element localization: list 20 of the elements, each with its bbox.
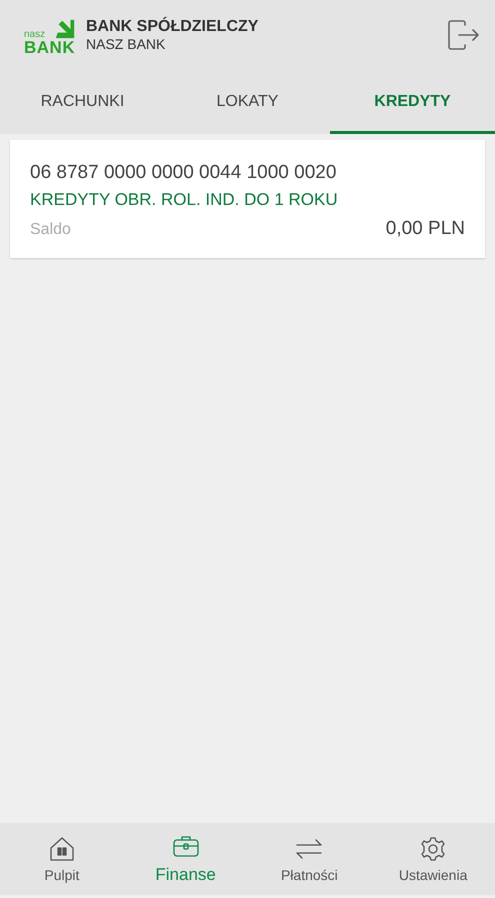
nav-item[interactable]: Pulpit xyxy=(0,823,124,895)
account-card[interactable]: 06 8787 0000 0000 0044 1000 0020 KREDYTY OBR. ROL. IND. DO 1 ROKU Saldo 0,00 PLN xyxy=(10,140,485,258)
nav-item[interactable]: Płatności xyxy=(248,823,372,895)
tab[interactable]: LOKATY xyxy=(165,70,330,134)
logout-icon[interactable] xyxy=(445,17,481,53)
nav-item[interactable]: Ustawienia xyxy=(371,823,495,895)
settings-icon xyxy=(419,835,448,863)
account-name: KREDYTY OBR. ROL. IND. DO 1 ROKU xyxy=(30,190,339,210)
logo-text: nasz xyxy=(24,30,46,40)
bank-title: BANK SPÓŁDZIELCZY xyxy=(86,18,260,36)
logo-wordmark: BANK xyxy=(24,40,76,56)
account-number: 06 8787 0000 0000 0044 1000 0020 xyxy=(30,162,338,184)
balance-label: Saldo xyxy=(30,221,71,239)
nav-item[interactable]: Finanse xyxy=(124,823,248,895)
arrow-logo-icon xyxy=(54,18,76,40)
tab[interactable]: RACHUNKI xyxy=(0,70,165,134)
home-icon xyxy=(48,835,76,863)
bank-subtitle: NASZ BANK xyxy=(86,36,166,52)
tab[interactable]: KREDYTY xyxy=(330,70,495,134)
balance-amount: 0,00 PLN xyxy=(386,218,465,240)
